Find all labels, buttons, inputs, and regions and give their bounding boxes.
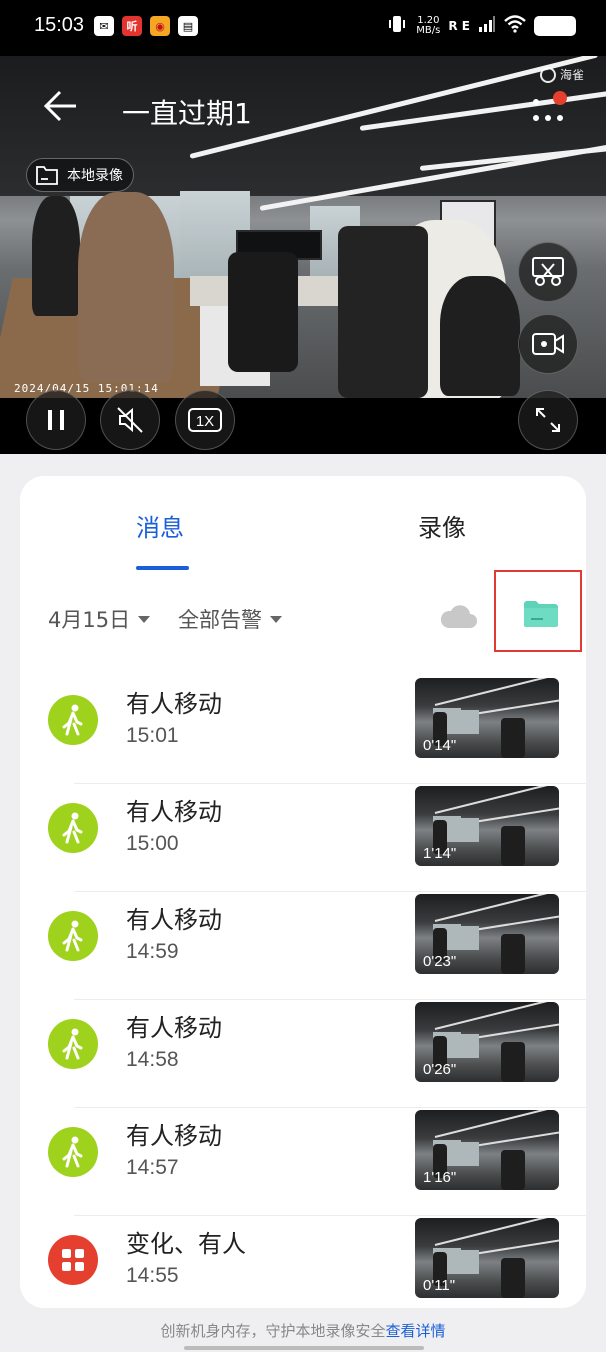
status-time: 15:03 bbox=[34, 14, 85, 36]
wallet-icon: ▤ bbox=[178, 16, 198, 36]
tab-messages[interactable]: 消息 bbox=[136, 508, 184, 543]
record-video-button[interactable] bbox=[518, 314, 578, 374]
event-time: 14:55 bbox=[126, 1264, 179, 1287]
net-speed: 1.20 MB/s bbox=[416, 14, 441, 36]
cloud-icon bbox=[440, 605, 477, 628]
local-storage-button[interactable] bbox=[523, 600, 559, 628]
footer-note: 创新机身内存，守护本地录像安全查看详情 bbox=[160, 1322, 446, 1340]
walking-person-icon bbox=[48, 803, 98, 853]
event-thumbnail[interactable]: 0'23" bbox=[415, 894, 559, 974]
video-player[interactable]: 2024/04/15 15:01:14 一直过期1 海雀 本地录像 1X bbox=[0, 56, 606, 454]
event-duration: 1'16" bbox=[423, 1169, 457, 1186]
event-time: 14:57 bbox=[126, 1156, 179, 1179]
event-time: 14:58 bbox=[126, 1048, 179, 1071]
wifi-icon bbox=[504, 15, 526, 36]
event-row[interactable]: 有人移动 14:59 0'23" bbox=[20, 892, 586, 1000]
signal-icon bbox=[478, 15, 496, 36]
event-title: 有人移动 bbox=[126, 906, 222, 934]
event-duration: 0'11" bbox=[423, 1277, 456, 1294]
network-type: R E bbox=[448, 18, 470, 33]
camera-feed: 2024/04/15 15:01:14 bbox=[0, 56, 606, 398]
caret-down-icon bbox=[138, 615, 151, 623]
playback-speed-button[interactable]: 1X bbox=[175, 390, 235, 450]
video-camera-icon bbox=[532, 333, 564, 355]
event-panel: 消息 录像 4月15日 全部告警 有人移动 15:01 0'14" 有人移动 15:00… bbox=[20, 476, 586, 1308]
event-row[interactable]: 变化、有人 14:55 0'11" bbox=[20, 1216, 586, 1308]
vibrate-icon bbox=[386, 14, 408, 37]
weibo-icon: ◉ bbox=[150, 16, 170, 36]
event-row[interactable]: 有人移动 15:01 0'14" bbox=[20, 676, 586, 784]
scissors-icon bbox=[532, 257, 564, 286]
ting-app-icon: 听 bbox=[122, 16, 142, 36]
view-details-link[interactable]: 查看详情 bbox=[386, 1322, 446, 1340]
walking-person-icon bbox=[48, 911, 98, 961]
active-tab-indicator bbox=[136, 566, 189, 570]
walking-person-icon bbox=[48, 695, 98, 745]
arrow-left-icon bbox=[43, 90, 76, 122]
speaker-muted-icon bbox=[117, 407, 143, 433]
event-thumbnail[interactable]: 0'26" bbox=[415, 1002, 559, 1082]
system-icons: 1.20 MB/s R E bbox=[386, 14, 576, 37]
caret-down-icon bbox=[270, 615, 282, 623]
walking-person-icon bbox=[48, 1127, 98, 1177]
camera-title: 一直过期1 bbox=[122, 97, 252, 130]
walking-person-icon bbox=[48, 1019, 98, 1069]
event-thumbnail[interactable]: 1'14" bbox=[415, 786, 559, 866]
event-duration: 1'14" bbox=[423, 845, 457, 862]
mail-icon: ✉ bbox=[94, 16, 114, 36]
event-thumbnail[interactable]: 0'14" bbox=[415, 678, 559, 758]
pause-button[interactable] bbox=[26, 390, 86, 450]
more-dots-icon bbox=[533, 91, 567, 121]
date-filter[interactable]: 4月15日 bbox=[48, 604, 151, 634]
event-title: 有人移动 bbox=[126, 1122, 222, 1150]
event-row[interactable]: 有人移动 14:58 0'26" bbox=[20, 1000, 586, 1108]
brand-logo: 海雀 bbox=[540, 66, 584, 83]
event-time: 14:59 bbox=[126, 940, 179, 963]
speed-label: 1X bbox=[196, 413, 214, 430]
event-duration: 0'14" bbox=[423, 737, 457, 754]
clip-button[interactable] bbox=[518, 242, 578, 302]
battery-icon bbox=[534, 15, 576, 36]
event-time: 15:01 bbox=[126, 724, 179, 747]
alert-type-filter[interactable]: 全部告警 bbox=[178, 604, 282, 634]
event-row[interactable]: 有人移动 15:00 1'14" bbox=[20, 784, 586, 892]
folder-outline-icon bbox=[36, 166, 58, 185]
event-title: 有人移动 bbox=[126, 690, 222, 718]
grid-icon bbox=[48, 1235, 98, 1285]
mute-button[interactable] bbox=[100, 390, 160, 450]
expand-icon bbox=[536, 408, 560, 432]
event-title: 有人移动 bbox=[126, 798, 222, 826]
cloud-storage-button[interactable] bbox=[438, 602, 478, 632]
home-indicator[interactable] bbox=[184, 1346, 424, 1350]
status-bar: 15:03 ✉ 听 ◉ ▤ 1.20 MB/s R E bbox=[0, 0, 606, 56]
event-thumbnail[interactable]: 0'11" bbox=[415, 1218, 559, 1298]
event-duration: 0'23" bbox=[423, 953, 457, 970]
local-recording-badge[interactable]: 本地录像 bbox=[26, 158, 134, 192]
event-duration: 0'26" bbox=[423, 1061, 457, 1078]
more-menu-button[interactable] bbox=[530, 86, 574, 126]
local-storage-highlight bbox=[494, 570, 582, 652]
folder-icon bbox=[524, 601, 558, 628]
tab-recordings[interactable]: 录像 bbox=[418, 508, 466, 543]
event-list: 有人移动 15:01 0'14" 有人移动 15:00 1'14" 有人移动 14:59 0'2… bbox=[20, 676, 586, 1308]
event-row[interactable]: 有人移动 14:57 1'16" bbox=[20, 1108, 586, 1216]
event-thumbnail[interactable]: 1'16" bbox=[415, 1110, 559, 1190]
event-time: 15:00 bbox=[126, 832, 179, 855]
event-title: 有人移动 bbox=[126, 1014, 222, 1042]
speed-1x-icon: 1X bbox=[188, 408, 222, 432]
brand-logo-icon bbox=[540, 66, 556, 83]
event-title: 变化、有人 bbox=[126, 1230, 246, 1258]
fullscreen-button[interactable] bbox=[518, 390, 578, 450]
back-button[interactable] bbox=[40, 86, 80, 126]
pause-icon bbox=[48, 410, 64, 430]
notification-icons: ✉ 听 ◉ ▤ bbox=[94, 16, 198, 36]
